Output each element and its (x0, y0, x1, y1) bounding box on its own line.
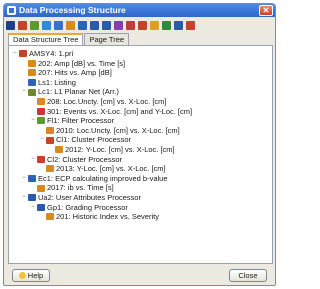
plot-3d-icon (37, 107, 45, 115)
listing-icon (28, 79, 36, 87)
tree-node-label: Fl1: Filter Processor (47, 116, 115, 126)
plot-icon (37, 184, 45, 192)
title-bar[interactable]: Data Processing Structure ✕ (4, 4, 275, 17)
ecp-icon (28, 175, 36, 183)
plot-icon (46, 127, 54, 135)
tree-node[interactable]: − Ua2: User Attributes Processor (12, 193, 269, 203)
help-button[interactable]: Help (12, 269, 50, 282)
load-icon[interactable] (18, 20, 27, 30)
tree-node[interactable]: 2017: ib vs. Time [s] (12, 183, 269, 193)
tree-node-label: 2013: Y-Loc. [cm] vs. X-Loc. [cm] (56, 164, 166, 174)
tree-node[interactable]: − AMSY4: 1.pri (12, 49, 269, 59)
tree-node[interactable]: 201: Historic Index vs. Severity (12, 212, 269, 222)
tree-node-label: 2012: Y-Loc. [cm] vs. X-Loc. [cm] (65, 144, 175, 154)
plot-icon[interactable] (66, 20, 75, 30)
heart-icon[interactable] (138, 20, 147, 30)
close-button-label: Close (238, 271, 258, 280)
tree-node-label: 2017: ib vs. Time [s] (47, 183, 114, 193)
help-icon (18, 272, 26, 279)
grid-icon[interactable] (54, 20, 63, 30)
g-icon[interactable] (90, 20, 99, 30)
tree-node-label: Ls1: Listing (38, 77, 76, 87)
bars-icon[interactable] (126, 20, 135, 30)
help-button-label: Help (27, 271, 44, 280)
expand-toggle-icon[interactable]: − (21, 174, 27, 184)
tree-node[interactable]: − Lc1: L1 Planar Net (Arr.) (12, 87, 269, 97)
tree-node[interactable]: 2010: Loc.Uncty. [cm] vs. X-Loc. [cm] (12, 126, 269, 136)
tree-node[interactable]: Ls1: Listing (12, 78, 269, 88)
tab-bar: Data Structure Tree Page Tree (8, 33, 130, 46)
close-window-button[interactable]: ✕ (259, 5, 273, 16)
tree-node[interactable]: 2013: Y-Loc. [cm] vs. X-Loc. [cm] (12, 164, 269, 174)
tree-node-label: 2010: Loc.Uncty. [cm] vs. X-Loc. [cm] (56, 125, 180, 135)
tree-node[interactable]: − Gp1: Grading Processor (12, 203, 269, 213)
tree-node-label: Ua2: User Attributes Processor (38, 192, 141, 202)
g-icon (37, 203, 45, 211)
marker-icon[interactable] (186, 20, 195, 30)
expand-toggle-icon[interactable]: − (30, 116, 36, 126)
tree-node-label: 301: Events vs. X-Loc. [cm] and Y-Loc. [… (47, 106, 193, 116)
tree-node[interactable]: − Cl1: Cluster Processor (12, 135, 269, 145)
settings-icon[interactable] (174, 20, 183, 30)
tree-node[interactable]: 202: Amp [dB] vs. Time [s] (12, 59, 269, 69)
dialog-footer: Help Close (4, 268, 275, 285)
plot-icon (46, 213, 54, 221)
chart-icon[interactable] (114, 20, 123, 30)
check-icon[interactable] (162, 20, 171, 30)
root-icon (19, 50, 27, 58)
tree-node[interactable]: 301: Events vs. X-Loc. [cm] and Y-Loc. [… (12, 107, 269, 117)
data-structure-tree: − AMSY4: 1.pri 202: Amp [dB] vs. Time [s] 2… (12, 49, 269, 222)
tree-node-label: 208: Loc.Uncty. [cm] vs. X-Loc. [cm] (47, 96, 167, 106)
tree-node[interactable]: 207: Hits vs. Amp [dB] (12, 68, 269, 78)
cluster-icon (37, 155, 45, 163)
save-icon[interactable] (6, 20, 15, 30)
tree-node-label: 202: Amp [dB] vs. Time [s] (38, 58, 126, 68)
processor-icon[interactable] (42, 20, 51, 30)
close-button[interactable]: Close (229, 269, 267, 282)
tree-node-label: Cl2: Cluster Processor (47, 154, 123, 164)
tree-node-label: Gp1: Grading Processor (47, 202, 128, 212)
window-title: Data Processing Structure (19, 5, 126, 15)
tree-node[interactable]: − Cl2: Cluster Processor (12, 155, 269, 165)
tree-node-label: Cl1: Cluster Processor (56, 135, 132, 145)
tree-panel: − AMSY4: 1.pri 202: Amp [dB] vs. Time [s] 2… (8, 45, 273, 264)
filter-icon[interactable] (30, 20, 39, 30)
tree-node[interactable]: − Ec1: ECP calculating improved b-value (12, 174, 269, 184)
star-icon[interactable] (150, 20, 159, 30)
flag-icon[interactable] (78, 20, 87, 30)
tree-node-label: 207: Hits vs. Amp [dB] (38, 68, 112, 78)
expand-toggle-icon[interactable]: − (21, 87, 27, 97)
tree-node[interactable]: 2012: Y-Loc. [cm] vs. X-Loc. [cm] (12, 145, 269, 155)
pi-icon (28, 194, 36, 202)
tree-node[interactable]: 208: Loc.Uncty. [cm] vs. X-Loc. [cm] (12, 97, 269, 107)
filter-icon (37, 117, 45, 125)
expand-toggle-icon[interactable]: − (30, 203, 36, 213)
cluster-icon (46, 136, 54, 144)
tree-node-label: AMSY4: 1.pri (29, 49, 74, 58)
plot-icon (28, 59, 36, 67)
expand-toggle-icon[interactable]: − (12, 49, 18, 59)
expand-toggle-icon[interactable]: − (30, 155, 36, 165)
pi-icon[interactable] (102, 20, 111, 30)
expand-toggle-icon[interactable]: − (21, 193, 27, 203)
app-icon (7, 6, 16, 15)
plot-icon (28, 69, 36, 77)
toolbar (6, 19, 273, 31)
locator-icon (28, 88, 36, 96)
plot-icon (37, 98, 45, 106)
plot-icon (46, 165, 54, 173)
tab-page-tree[interactable]: Page Tree (84, 33, 130, 45)
tree-node-label: Ec1: ECP calculating improved b-value (38, 173, 168, 183)
dialog-window: Data Processing Structure ✕ Data Structu… (3, 3, 276, 286)
tree-node[interactable]: − Fl1: Filter Processor (12, 116, 269, 126)
tree-node-label: Lc1: L1 Planar Net (Arr.) (38, 87, 119, 97)
tree-node-label: 201: Historic Index vs. Severity (56, 212, 159, 222)
plot-icon (55, 146, 63, 154)
expand-toggle-icon[interactable]: − (39, 135, 45, 145)
